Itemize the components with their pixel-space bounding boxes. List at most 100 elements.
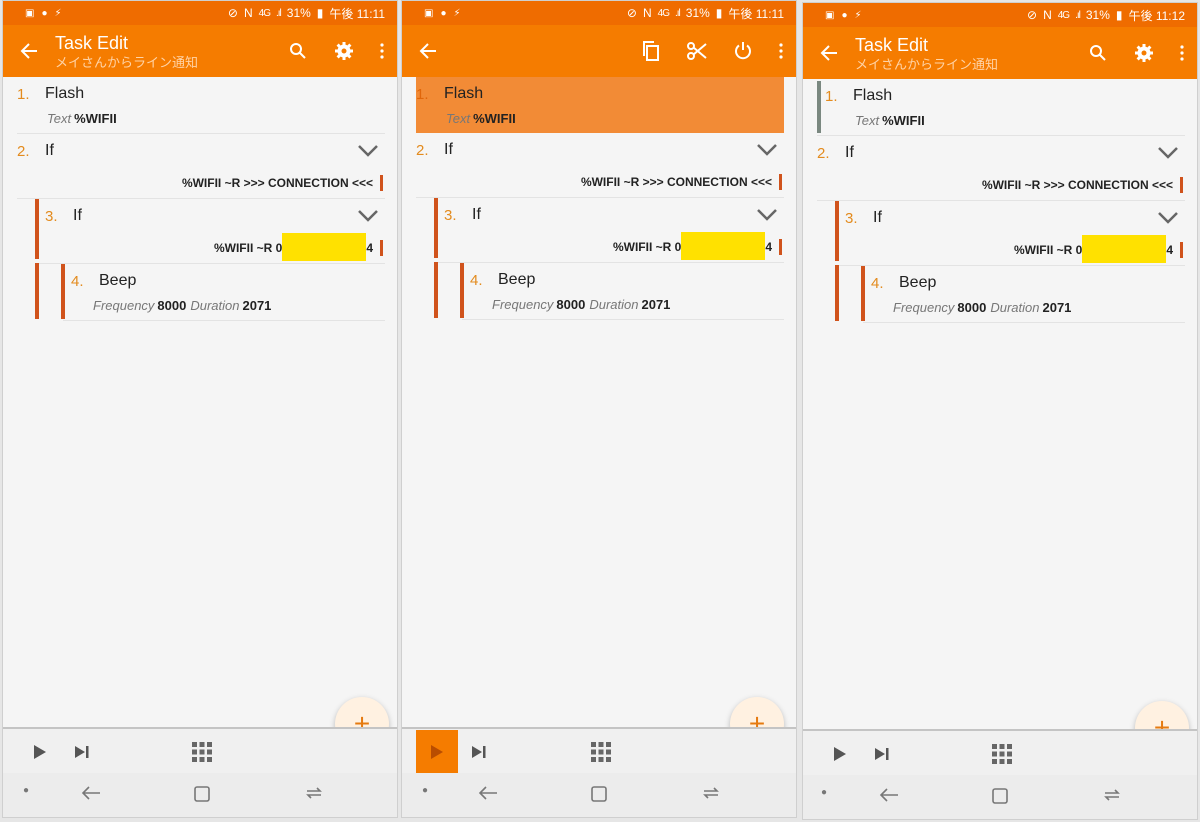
chevron-down-icon[interactable] — [357, 144, 379, 158]
action-name: If — [845, 144, 854, 161]
back-arrow-icon[interactable] — [402, 25, 454, 77]
param-value: %WIFII — [74, 111, 117, 126]
battery-icon: ▮ — [316, 6, 324, 20]
nav-home-icon[interactable] — [193, 785, 211, 803]
param-value: 8000 — [957, 300, 987, 315]
action-row-flash[interactable]: 1. Flash Text %WIFII — [17, 77, 385, 134]
action-row-if-nested[interactable]: 3. If %WIFII ~R 0 4 — [35, 199, 385, 264]
action-row-beep[interactable]: 4. Beep Frequency 8000 Duration 2071 — [35, 263, 385, 321]
nav-home-icon[interactable] — [590, 785, 608, 803]
action-list: 1. Flash Text %WIFII 2. If %WIFII ~R >>> CO… — [803, 79, 1197, 323]
chevron-down-icon[interactable] — [1157, 211, 1179, 225]
task-name: メイさんからライン通知 — [55, 54, 199, 70]
back-arrow-icon[interactable] — [803, 27, 855, 79]
action-row-flash[interactable]: 1. Flash Text %WIFII — [817, 79, 1185, 136]
action-number: 1. — [825, 87, 838, 105]
status-bar: ▣ ● ⚡ ⊘ N 4G .ıl 31% ▮ 午後 11:11 — [402, 1, 796, 25]
more-vert-icon[interactable] — [1167, 27, 1197, 79]
screen-task-edit-1: ▣ ● ⚡ ⊘ N 4G .ıl 31% ▮ 午後 11:11 Task Edi… — [2, 0, 398, 818]
step-icon[interactable] — [458, 730, 500, 774]
battery-icon: ▮ — [715, 6, 723, 20]
chevron-down-icon[interactable] — [756, 143, 778, 157]
power-icon[interactable] — [720, 25, 766, 77]
play-icon[interactable] — [19, 730, 61, 774]
back-arrow-icon[interactable] — [3, 25, 55, 77]
action-row-if[interactable]: 2. If %WIFII ~R >>> CONNECTION <<< — [817, 136, 1185, 201]
bottom-toolbar — [402, 727, 796, 775]
block-bar — [61, 264, 65, 319]
nav-back-icon[interactable] — [879, 787, 899, 803]
dot-icon[interactable]: ● — [821, 787, 827, 798]
param-label: Text — [47, 111, 72, 126]
search-icon[interactable] — [1075, 27, 1121, 79]
grid-icon[interactable] — [590, 741, 612, 763]
action-row-beep[interactable]: 4. Beep Frequency 8000 Duration 2071 — [835, 265, 1185, 323]
dot-icon[interactable]: ● — [23, 785, 29, 796]
action-name: If — [45, 142, 54, 159]
copy-icon[interactable] — [628, 25, 674, 77]
indent-marker — [1180, 242, 1183, 258]
condition-text: %WIFII ~R >>> CONNECTION <<< — [580, 175, 772, 189]
network-type: 4G — [657, 7, 670, 19]
screen-task-edit-3: ▣ ● ⚡ ⊘ N 4G .ıl 31% ▮ 午後 11:12 Task Edi… — [802, 2, 1198, 820]
action-number: 1. — [17, 85, 30, 103]
action-row-if-nested[interactable]: 3. If %WIFII ~R 0 4 — [434, 198, 784, 263]
param-value: 8000 — [157, 298, 187, 313]
gear-icon[interactable] — [321, 25, 367, 77]
task-name: メイさんからライン通知 — [855, 56, 999, 72]
nav-recents-icon[interactable] — [1103, 787, 1121, 803]
system-nav-bar: ● — [402, 773, 796, 817]
action-name: Flash — [45, 85, 85, 102]
condition-end: 4 — [1166, 243, 1173, 257]
nav-recents-icon[interactable] — [305, 785, 323, 801]
network-type: 4G — [1057, 9, 1070, 21]
scissors-icon[interactable] — [674, 25, 720, 77]
battery-level: 31% — [286, 6, 311, 20]
condition-text: %WIFII ~R >>> CONNECTION <<< — [981, 178, 1173, 192]
nav-back-icon[interactable] — [478, 785, 498, 801]
action-row-beep[interactable]: 4. Beep Frequency 8000 Duration 2071 — [434, 262, 784, 320]
gear-icon[interactable] — [1121, 27, 1167, 79]
play-icon[interactable] — [416, 730, 458, 774]
app-bar-selection — [402, 25, 796, 77]
action-name: If — [873, 209, 882, 226]
redaction-box — [681, 232, 766, 260]
bottom-toolbar — [3, 727, 397, 775]
nav-recents-icon[interactable] — [702, 785, 720, 801]
step-icon[interactable] — [861, 732, 903, 776]
param-label: Text — [855, 113, 880, 128]
search-icon[interactable] — [275, 25, 321, 77]
action-number: 2. — [17, 142, 30, 160]
chevron-down-icon[interactable] — [756, 208, 778, 222]
action-list: 1. Flash Text %WIFII 2. If %WIFII ~R >>> CO… — [3, 77, 397, 321]
nfc-icon: N — [243, 6, 253, 20]
clock: 午後 11:12 — [1128, 8, 1185, 23]
chevron-down-icon[interactable] — [1157, 146, 1179, 160]
action-row-flash-selected[interactable]: 1. Flash Text %WIFII — [416, 77, 784, 133]
line-notification-icon: ● — [440, 7, 447, 19]
more-vert-icon[interactable] — [766, 25, 796, 77]
action-row-if[interactable]: 2. If %WIFII ~R >>> CONNECTION <<< — [416, 133, 784, 198]
block-bar — [434, 262, 438, 318]
condition-text: %WIFII ~R >>> CONNECTION <<< — [181, 176, 373, 190]
play-icon[interactable] — [819, 732, 861, 776]
more-vert-icon[interactable] — [367, 25, 397, 77]
step-icon[interactable] — [61, 730, 103, 774]
action-row-if-nested[interactable]: 3. If %WIFII ~R 0 4 — [835, 201, 1185, 266]
system-nav-bar: ● — [3, 773, 397, 817]
nav-back-icon[interactable] — [81, 785, 101, 801]
grid-icon[interactable] — [991, 743, 1013, 765]
dot-icon[interactable]: ● — [422, 785, 428, 796]
nav-home-icon[interactable] — [991, 787, 1009, 805]
action-name: Beep — [498, 271, 536, 288]
bolt-icon: ⚡ — [854, 9, 862, 21]
chevron-down-icon[interactable] — [357, 209, 379, 223]
grid-icon[interactable] — [191, 741, 213, 763]
action-number: 2. — [416, 141, 429, 159]
param-value: 2071 — [1042, 300, 1072, 315]
action-row-if[interactable]: 2. If %WIFII ~R >>> CONNECTION <<< — [17, 134, 385, 199]
indent-marker — [1180, 177, 1183, 193]
param-label: Duration — [190, 298, 240, 313]
block-bar — [460, 263, 464, 318]
bolt-icon: ⚡ — [453, 7, 461, 19]
